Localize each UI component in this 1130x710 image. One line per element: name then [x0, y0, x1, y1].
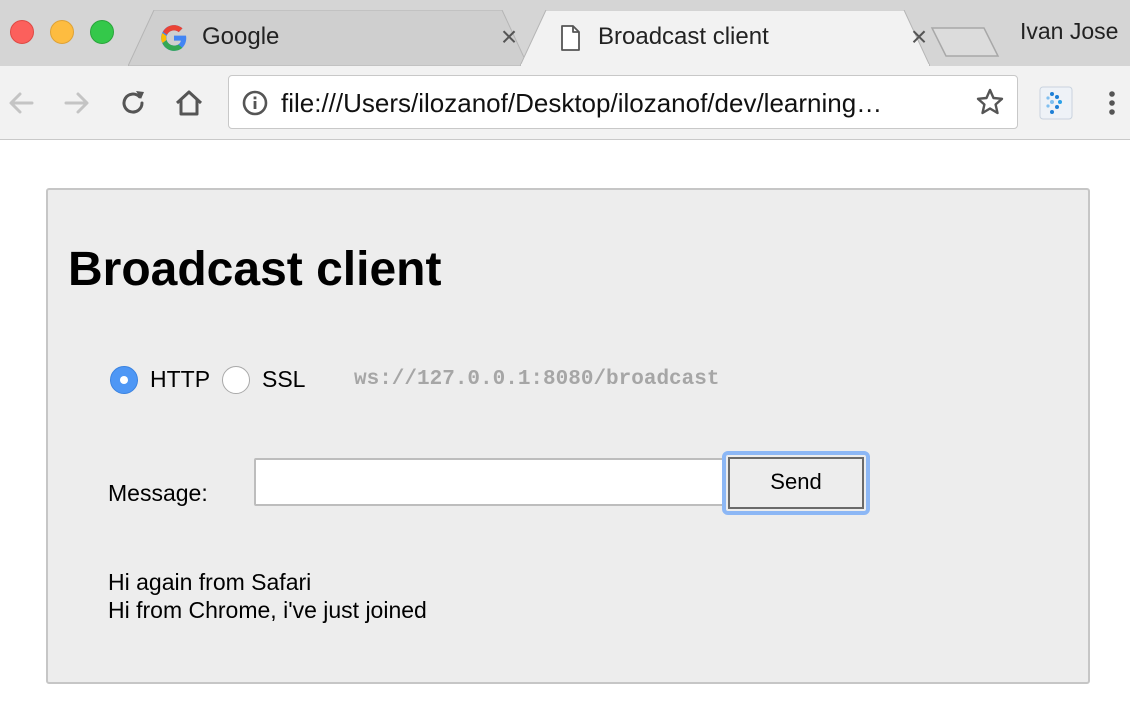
- tab-shape: [128, 10, 528, 66]
- document-icon: [561, 25, 580, 51]
- message-input[interactable]: [254, 458, 724, 506]
- tab-title: Broadcast client: [598, 23, 769, 50]
- tab-strip: Google × Broadcast client × Ivan Jose: [0, 0, 1130, 66]
- close-tab-icon[interactable]: ×: [496, 23, 522, 51]
- more-menu-icon[interactable]: [1102, 86, 1122, 120]
- page-title: Broadcast client: [68, 243, 442, 296]
- google-g-icon: [161, 25, 187, 51]
- tab-title: Google: [202, 23, 280, 50]
- http-radio-label[interactable]: HTTP: [150, 366, 210, 393]
- send-button[interactable]: Send: [722, 451, 870, 515]
- address-bar[interactable]: file:///Users/ilozanof/Desktop/ilozanof/…: [228, 75, 1018, 129]
- address-text[interactable]: file:///Users/ilozanof/Desktop/ilozanof/…: [281, 88, 961, 119]
- profile-name[interactable]: Ivan Jose: [1020, 18, 1118, 45]
- extension-icon[interactable]: [1038, 85, 1074, 121]
- send-button-label[interactable]: Send: [728, 457, 864, 509]
- message-item: Hi again from Safari: [108, 569, 312, 595]
- home-icon[interactable]: [172, 86, 206, 120]
- reload-icon[interactable]: [116, 86, 150, 120]
- ssl-radio[interactable]: [222, 366, 250, 394]
- close-tab-icon[interactable]: ×: [906, 23, 932, 51]
- message-log: Hi again from Safari Hi from Chrome, i'v…: [108, 568, 427, 624]
- bookmark-star-icon[interactable]: [975, 87, 1005, 117]
- close-window-button[interactable]: [10, 20, 34, 44]
- browser-toolbar: file:///Users/ilozanof/Desktop/ilozanof/…: [0, 66, 1130, 140]
- message-item: Hi from Chrome, i've just joined: [108, 597, 427, 623]
- minimize-window-button[interactable]: [50, 20, 74, 44]
- info-icon[interactable]: [241, 89, 269, 117]
- back-arrow-icon[interactable]: [4, 86, 38, 120]
- tab-broadcast-client[interactable]: Broadcast client ×: [520, 10, 930, 66]
- new-tab-button[interactable]: [930, 26, 1002, 58]
- message-label: Message:: [108, 480, 208, 506]
- zoom-window-button[interactable]: [90, 20, 114, 44]
- websocket-endpoint: ws://127.0.0.1:8080/broadcast: [354, 368, 720, 391]
- broadcast-panel: Broadcast client HTTP SSL ws://127.0.0.1…: [46, 188, 1090, 684]
- ssl-radio-label[interactable]: SSL: [262, 366, 305, 393]
- forward-arrow-icon[interactable]: [60, 86, 94, 120]
- http-radio[interactable]: [110, 366, 138, 394]
- tab-google[interactable]: Google ×: [128, 10, 528, 66]
